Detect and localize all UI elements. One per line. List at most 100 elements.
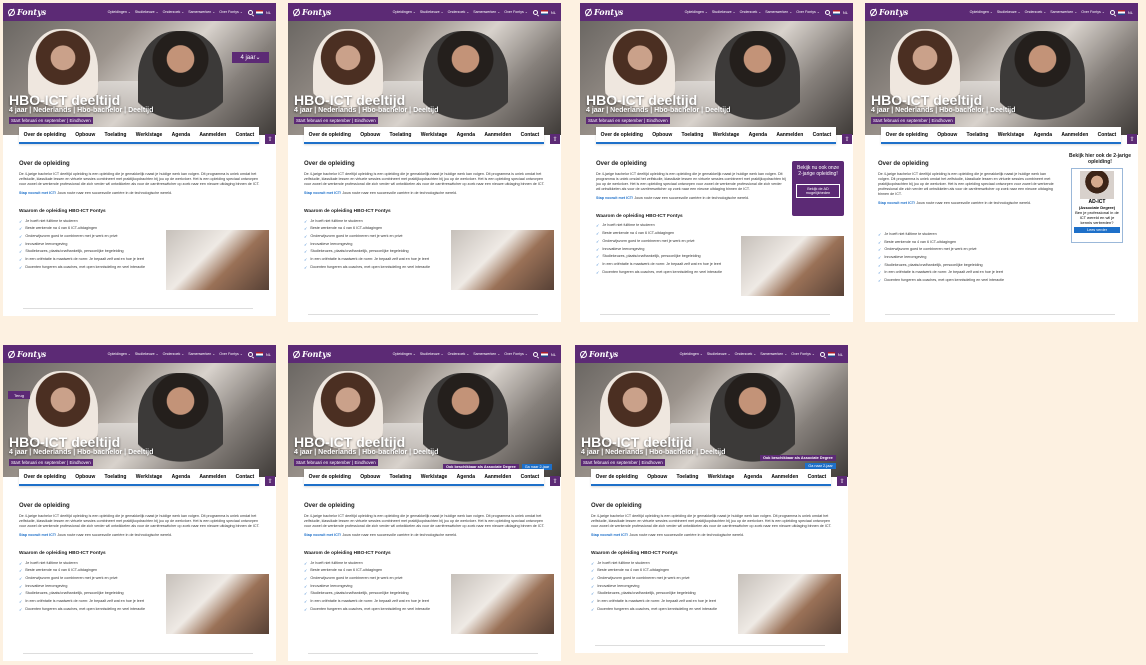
associate-read-more-button[interactable]: Lees verder <box>1074 227 1120 233</box>
ict-link[interactable]: Stap vooruit met ICT! <box>591 533 628 537</box>
menu-item-samenwerken[interactable]: Samenwerken <box>188 10 215 14</box>
tab-contact[interactable]: Contact <box>521 132 540 138</box>
tab-agenda[interactable]: Agenda <box>744 474 762 480</box>
menu-item-onderzoek[interactable]: Onderzoek <box>735 352 757 356</box>
ict-link[interactable]: Stap vooruit met ICT! <box>19 533 56 537</box>
search-icon[interactable] <box>247 351 253 357</box>
fontys-logo[interactable]: Fontys <box>580 349 618 359</box>
share-icon[interactable]: ⇧ <box>550 134 560 144</box>
ict-link[interactable]: Stap vooruit met ICT! <box>19 191 56 195</box>
menu-item-onderzoek[interactable]: Onderzoek <box>448 352 470 356</box>
ict-link[interactable]: Stap vooruit met ICT! <box>304 533 341 537</box>
tab-contact[interactable]: Contact <box>1098 132 1117 138</box>
tab-opbouw[interactable]: Opbouw <box>652 132 672 138</box>
two-year-promo[interactable]: Bekijk nu ook onze 2-jarige opleiding! Be… <box>792 161 844 216</box>
fontys-logo[interactable]: Fontys <box>8 349 46 359</box>
tab-toelating[interactable]: Toelating <box>105 132 127 138</box>
tab-contact[interactable]: Contact <box>808 474 827 480</box>
tab-opbouw[interactable]: Opbouw <box>647 474 667 480</box>
share-icon[interactable]: ⇧ <box>550 476 560 486</box>
tab-aanmelden[interactable]: Aanmelden <box>199 474 226 480</box>
tab-werk-stage[interactable]: Werk/stage <box>708 474 735 480</box>
ict-link[interactable]: Stap vooruit met ICT! <box>304 191 341 195</box>
tab-over-de-opleiding[interactable]: Over de opleiding <box>24 474 66 480</box>
menu-item-samenwerken[interactable]: Samenwerken <box>760 352 787 356</box>
tab-over-de-opleiding[interactable]: Over de opleiding <box>309 132 351 138</box>
search-icon[interactable] <box>819 351 825 357</box>
associate-card[interactable]: AD-ICT (Associate Degree) Ben je professio… <box>1071 168 1123 243</box>
menu-item-over-fontys[interactable]: Over Fontys <box>791 352 815 356</box>
language-selector[interactable]: NL <box>266 352 271 357</box>
menu-item-studiekeuze[interactable]: Studiekeuze <box>135 352 159 356</box>
tab-toelating[interactable]: Toelating <box>105 474 127 480</box>
menu-item-samenwerken[interactable]: Samenwerken <box>765 10 792 14</box>
fontys-logo[interactable]: Fontys <box>293 7 331 17</box>
duration-dropdown[interactable]: 4 jaar ⌄ <box>232 52 269 63</box>
tab-agenda[interactable]: Agenda <box>1034 132 1052 138</box>
menu-item-opleidingen[interactable]: Opleidingen <box>393 352 416 356</box>
menu-item-over-fontys[interactable]: Over Fontys <box>219 10 243 14</box>
tab-werk-stage[interactable]: Werk/stage <box>421 474 448 480</box>
tab-over-de-opleiding[interactable]: Over de opleiding <box>886 132 928 138</box>
tab-contact[interactable]: Contact <box>236 474 255 480</box>
associate-upsell[interactable]: Ook beschikbaar als Associate Degree Ga n… <box>760 455 836 469</box>
menu-item-studiekeuze[interactable]: Studiekeuze <box>420 10 444 14</box>
search-icon[interactable] <box>1109 9 1115 15</box>
tab-over-de-opleiding[interactable]: Over de opleiding <box>596 474 638 480</box>
language-selector[interactable]: NL <box>838 352 843 357</box>
menu-item-onderzoek[interactable]: Onderzoek <box>163 352 185 356</box>
menu-item-opleidingen[interactable]: Opleidingen <box>685 10 708 14</box>
tab-toelating[interactable]: Toelating <box>390 474 412 480</box>
ict-link[interactable]: Stap vooruit met ICT! <box>596 196 633 200</box>
search-icon[interactable] <box>247 9 253 15</box>
menu-item-opleidingen[interactable]: Opleidingen <box>393 10 416 14</box>
tab-toelating[interactable]: Toelating <box>390 132 412 138</box>
menu-item-samenwerken[interactable]: Samenwerken <box>1050 10 1077 14</box>
tab-aanmelden[interactable]: Aanmelden <box>199 132 226 138</box>
dutch-flag-icon[interactable] <box>1117 9 1125 15</box>
dutch-flag-icon[interactable] <box>540 351 548 357</box>
menu-item-opleidingen[interactable]: Opleidingen <box>970 10 993 14</box>
menu-item-opleidingen[interactable]: Opleidingen <box>108 352 131 356</box>
language-selector[interactable]: NL <box>1128 10 1133 15</box>
search-icon[interactable] <box>824 9 830 15</box>
dutch-flag-icon[interactable] <box>540 9 548 15</box>
tab-contact[interactable]: Contact <box>236 132 255 138</box>
menu-item-opleidingen[interactable]: Opleidingen <box>108 10 131 14</box>
tab-werk-stage[interactable]: Werk/stage <box>136 474 163 480</box>
tab-agenda[interactable]: Agenda <box>172 474 190 480</box>
share-icon[interactable]: ⇧ <box>842 134 852 144</box>
dutch-flag-icon[interactable] <box>832 9 840 15</box>
tab-toelating[interactable]: Toelating <box>682 132 704 138</box>
language-selector[interactable]: NL <box>266 10 271 15</box>
menu-item-studiekeuze[interactable]: Studiekeuze <box>712 10 736 14</box>
tab-toelating[interactable]: Toelating <box>967 132 989 138</box>
share-icon[interactable]: ⇧ <box>265 476 275 486</box>
tab-werk-stage[interactable]: Werk/stage <box>421 132 448 138</box>
menu-item-studiekeuze[interactable]: Studiekeuze <box>997 10 1021 14</box>
language-selector[interactable]: NL <box>551 10 556 15</box>
menu-item-over-fontys[interactable]: Over Fontys <box>504 352 528 356</box>
tab-agenda[interactable]: Agenda <box>749 132 767 138</box>
dutch-flag-icon[interactable] <box>255 9 263 15</box>
view-ad-button[interactable]: Bekijk de AD mogelijkheden <box>796 184 840 198</box>
tab-werk-stage[interactable]: Werk/stage <box>998 132 1025 138</box>
share-icon[interactable]: ⇧ <box>837 476 847 486</box>
tab-aanmelden[interactable]: Aanmelden <box>484 132 511 138</box>
language-selector[interactable]: NL <box>843 10 848 15</box>
tab-aanmelden[interactable]: Aanmelden <box>484 474 511 480</box>
tab-opbouw[interactable]: Opbouw <box>360 474 380 480</box>
menu-item-opleidingen[interactable]: Opleidingen <box>680 352 703 356</box>
ict-link[interactable]: Stap vooruit met ICT! <box>878 201 915 205</box>
tab-aanmelden[interactable]: Aanmelden <box>1061 132 1088 138</box>
tab-opbouw[interactable]: Opbouw <box>360 132 380 138</box>
tab-opbouw[interactable]: Opbouw <box>937 132 957 138</box>
fontys-logo[interactable]: Fontys <box>585 7 623 17</box>
menu-item-onderzoek[interactable]: Onderzoek <box>163 10 185 14</box>
menu-item-onderzoek[interactable]: Onderzoek <box>448 10 470 14</box>
tab-over-de-opleiding[interactable]: Over de opleiding <box>309 474 351 480</box>
tab-contact[interactable]: Contact <box>521 474 540 480</box>
back-button[interactable]: Terug <box>8 391 30 399</box>
search-icon[interactable] <box>532 351 538 357</box>
menu-item-samenwerken[interactable]: Samenwerken <box>473 10 500 14</box>
